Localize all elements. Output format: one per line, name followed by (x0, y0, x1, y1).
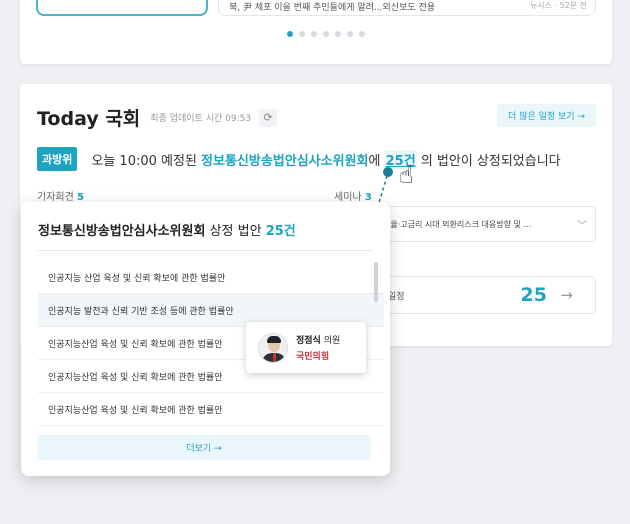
tooltip-text: 정점식 의원 국민의힘 (296, 333, 340, 362)
chevron-down-icon: ﹀ (577, 220, 587, 232)
seminar-label: 세미나 3 (334, 192, 372, 203)
seminar-item: 0 고환율·고금리 시대 외환리스크 대응방향 및 ... (368, 219, 531, 229)
seminar-select[interactable]: 0 고환율·고금리 시대 외환리스크 대응방향 및 ... ﹀ (363, 206, 596, 242)
schedule-label: 일정 (388, 291, 405, 302)
legislator-tooltip: 정점식 의원 국민의힘 (246, 322, 366, 373)
press-conference-label: 기자회견 5 (37, 192, 84, 203)
avatar (258, 332, 288, 363)
schedule-summary[interactable]: 일정 25 → (363, 276, 596, 314)
news-source: 뉴시스 · 52분 전 (529, 1, 587, 10)
page-title: Today 국회 (37, 108, 141, 130)
more-button[interactable]: 더보기 → (37, 435, 371, 460)
committee-link[interactable]: 정보통신방송법안심사소위원회 (201, 150, 368, 169)
carousel-dot[interactable] (347, 31, 353, 37)
notice-prefix: 오늘 10:00 예정된 (91, 153, 197, 169)
carousel-dot[interactable] (311, 31, 317, 37)
bill-item[interactable]: 인공지능산업 육성 및 신뢰 확보에 관한 법률안 (38, 393, 384, 426)
schedule-count: 25 (520, 284, 547, 306)
news-headline: 북, 尹 체포 이을 번째 주민들에게 알려...외신보도 전용 (229, 3, 436, 13)
bill-notice: 과방위 오늘 10:00 예정된 정보통신방송법안심사소위원회 에 25건 의 법… (37, 147, 561, 171)
news-carousel-card: 북, 尹 체포 이을 번째 주민들에게 알려...외신보도 전용 뉴시스 · 5… (20, 0, 612, 64)
carousel-dot[interactable] (287, 31, 293, 37)
bill-item[interactable]: 인공지능 산업 육성 및 신뢰 확보에 관한 법률안 (38, 261, 384, 294)
scrollbar[interactable] (374, 262, 378, 302)
carousel-dot[interactable] (335, 31, 341, 37)
popup-title: 정보통신방송법안심사소위원회 상정 법안 25건 (38, 224, 296, 239)
carousel-dot[interactable] (323, 31, 329, 37)
pointer-dot (383, 167, 393, 177)
party-name: 국민의힘 (296, 352, 330, 362)
update-time: 최종 업데이트 시간 09:53 (150, 114, 252, 124)
notice-suffix: 의 법안이 상정되었습니다 (420, 153, 561, 169)
committee-badge: 과방위 (37, 147, 78, 171)
notice-particle: 에 (368, 153, 381, 169)
title-row: Today 국회 최종 업데이트 시간 09:53 ⟳ (37, 104, 278, 131)
arrow-right-icon: → (560, 286, 573, 304)
carousel-pagination (20, 31, 612, 37)
news-card-selected[interactable] (36, 0, 208, 16)
carousel-dot[interactable] (299, 31, 305, 37)
refresh-icon[interactable]: ⟳ (259, 108, 278, 127)
legislator-name: 정점식 의원 (296, 336, 341, 346)
carousel-dot[interactable] (359, 31, 365, 37)
divider (38, 250, 373, 251)
news-card[interactable]: 북, 尹 체포 이을 번째 주민들에게 알려...외신보도 전용 뉴시스 · 5… (218, 0, 596, 16)
hand-cursor-icon: ☝ (399, 161, 414, 189)
more-schedule-button[interactable]: 더 많은 일정 보기 → (497, 104, 596, 127)
